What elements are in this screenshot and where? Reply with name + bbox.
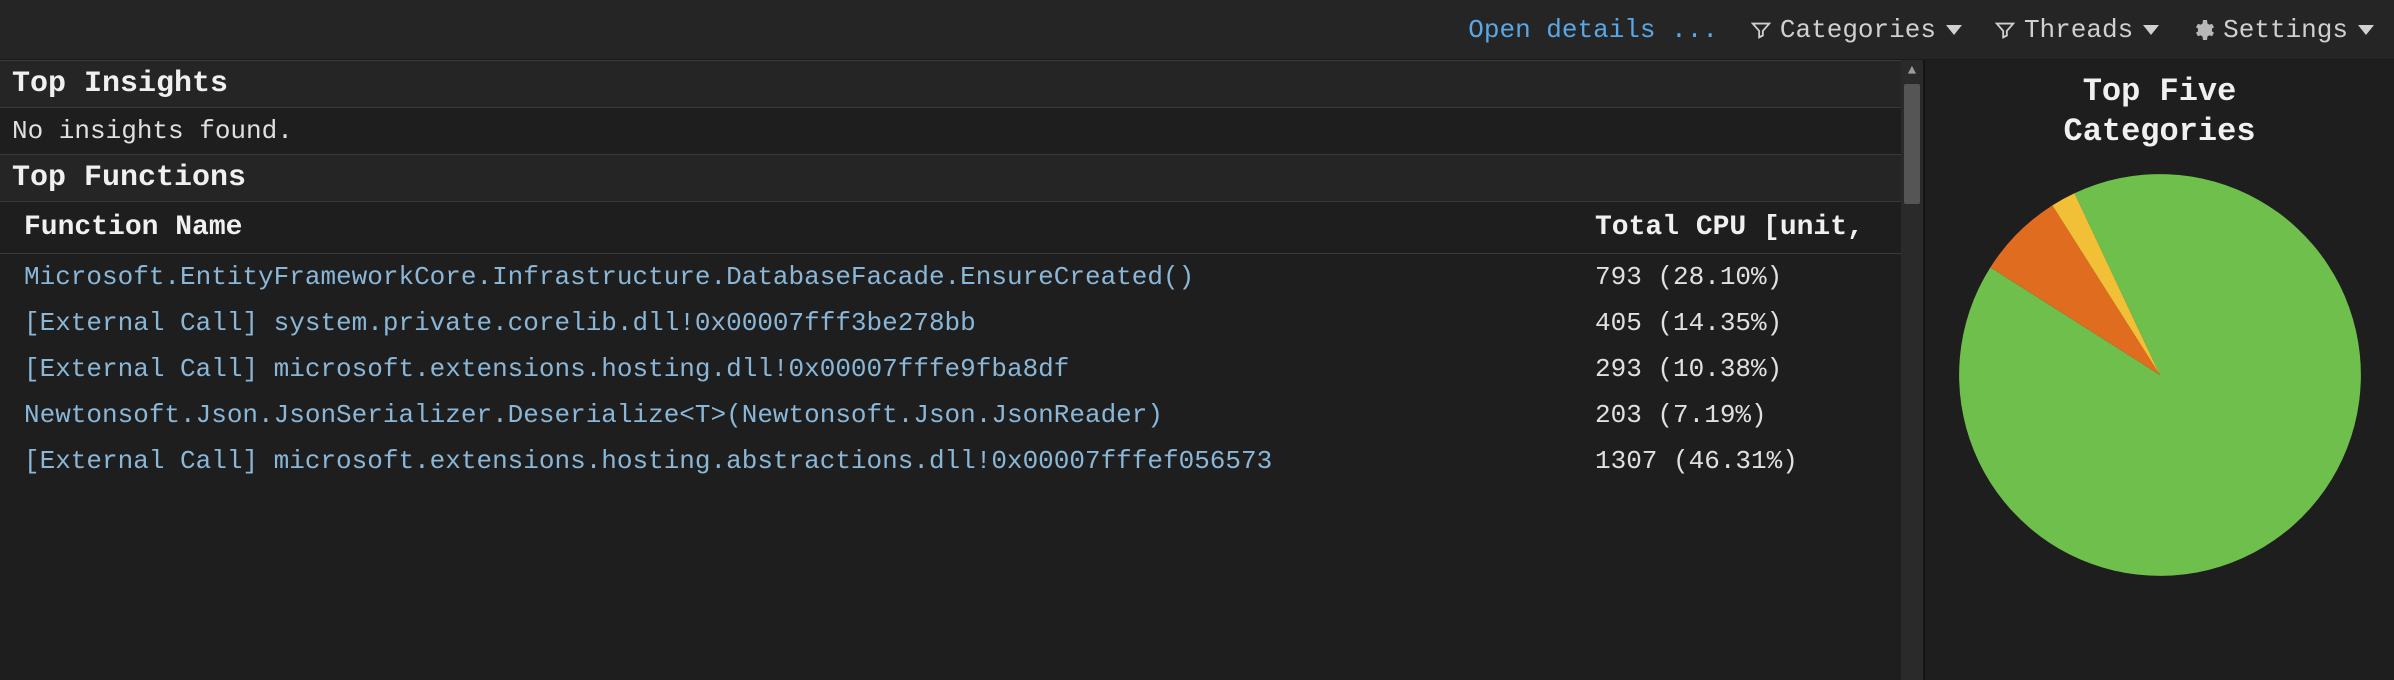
categories-dropdown[interactable]: Categories: [1750, 15, 1962, 45]
function-name-link[interactable]: Microsoft.EntityFrameworkCore.Infrastruc…: [24, 262, 1595, 292]
scroll-thumb[interactable]: [1904, 84, 1920, 204]
scroll-up-arrow-icon[interactable]: ▲: [1901, 60, 1923, 82]
top-five-categories-pie-chart: [1955, 170, 2365, 580]
table-row[interactable]: Microsoft.EntityFrameworkCore.Infrastruc…: [0, 254, 1923, 300]
table-row[interactable]: [External Call] system.private.corelib.d…: [0, 300, 1923, 346]
content-wrap: Top Insights No insights found. Top Func…: [0, 60, 2394, 680]
chevron-down-icon: [2143, 25, 2159, 35]
chevron-down-icon: [2358, 25, 2374, 35]
gear-icon: [2191, 18, 2215, 42]
total-cpu-value: 1307 (46.31%): [1595, 446, 1905, 476]
top-insights-body: No insights found.: [0, 108, 1923, 154]
categories-label: Categories: [1780, 15, 1936, 45]
function-name-link[interactable]: [External Call] system.private.corelib.d…: [24, 308, 1595, 338]
function-name-link[interactable]: [External Call] microsoft.extensions.hos…: [24, 354, 1595, 384]
settings-label: Settings: [2223, 15, 2348, 45]
top-insights-header: Top Insights: [0, 60, 1923, 108]
total-cpu-value: 203 (7.19%): [1595, 400, 1905, 430]
total-cpu-value: 405 (14.35%): [1595, 308, 1905, 338]
total-cpu-value: 793 (28.10%): [1595, 262, 1905, 292]
table-body: Microsoft.EntityFrameworkCore.Infrastruc…: [0, 254, 1923, 484]
table-row[interactable]: [External Call] microsoft.extensions.hos…: [0, 346, 1923, 392]
table-row[interactable]: [External Call] microsoft.extensions.hos…: [0, 438, 1923, 484]
threads-dropdown[interactable]: Threads: [1994, 15, 2159, 45]
chart-title: Top FiveCategories: [2063, 72, 2255, 152]
toolbar: Open details ... Categories Threads Sett…: [0, 0, 2394, 60]
table-header-row: Function Name Total CPU [unit,: [0, 202, 1923, 254]
functions-table: Function Name Total CPU [unit, Microsoft…: [0, 202, 1923, 680]
settings-dropdown[interactable]: Settings: [2191, 15, 2374, 45]
filter-icon: [1994, 19, 2016, 41]
chevron-down-icon: [1946, 25, 1962, 35]
table-row[interactable]: Newtonsoft.Json.JsonSerializer.Deseriali…: [0, 392, 1923, 438]
filter-icon: [1750, 19, 1772, 41]
total-cpu-value: 293 (10.38%): [1595, 354, 1905, 384]
top-categories-panel: Top FiveCategories: [1923, 60, 2394, 680]
open-details-link[interactable]: Open details ...: [1468, 15, 1718, 45]
vertical-scrollbar[interactable]: ▲: [1901, 60, 1923, 680]
left-panel: Top Insights No insights found. Top Func…: [0, 60, 1923, 680]
threads-label: Threads: [2024, 15, 2133, 45]
function-name-link[interactable]: Newtonsoft.Json.JsonSerializer.Deseriali…: [24, 400, 1595, 430]
top-functions-header: Top Functions: [0, 154, 1923, 202]
function-name-link[interactable]: [External Call] microsoft.extensions.hos…: [24, 446, 1595, 476]
column-header-function-name[interactable]: Function Name: [24, 212, 1595, 243]
column-header-total-cpu[interactable]: Total CPU [unit,: [1595, 212, 1905, 243]
